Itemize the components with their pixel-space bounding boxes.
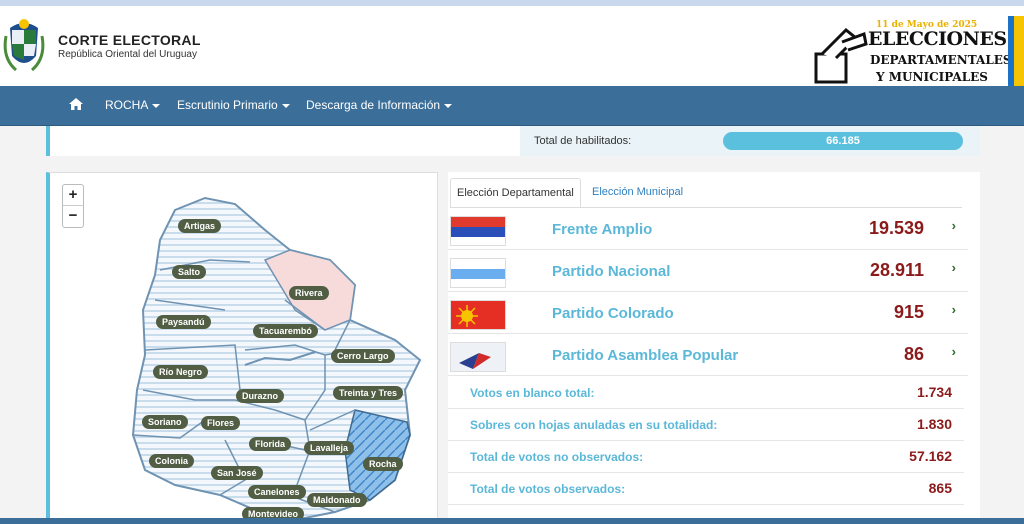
dept-tacuarembo[interactable]: Tacuarembó [253,324,318,338]
bottom-strip [0,518,1024,524]
chevron-down-icon [281,103,290,108]
dept-rio-negro[interactable]: Río Negro [153,365,209,379]
party-name: Partido Colorado [552,305,674,322]
chevron-down-icon [444,103,453,108]
dept-durazno[interactable]: Durazno [236,389,284,403]
dept-rivera[interactable]: Rivera [289,286,329,300]
frente-amplio-flag-icon [450,216,506,246]
dept-flores[interactable]: Flores [201,416,241,430]
banner-line-1: ELECCIONES [868,28,1007,50]
dept-rocha[interactable]: Rocha [363,457,403,471]
chevron-right-icon: › [951,344,956,359]
nav-descarga-label: Descarga de Información [306,98,441,112]
nav-escrutinio-label: Escrutinio Primario [177,98,278,112]
dept-artigas[interactable]: Artigas [178,219,222,233]
site-header: CORTE ELECTORAL República Oriental del U… [0,6,1024,90]
stat-label: Sobres con hojas anuladas en su totalida… [470,418,718,432]
org-title: CORTE ELECTORAL [58,32,201,48]
stat-row: Votos en blanco total: 1.734 [448,378,964,409]
chevron-down-icon [152,103,161,108]
stat-row: Sobres con hojas anuladas en su totalida… [448,410,964,441]
nav-department-label: ROCHA [105,98,149,112]
tab-eleccion-departamental[interactable]: Elección Departamental [450,178,581,208]
nav-descarga-dropdown[interactable]: Descarga de Información [306,98,453,112]
stat-value: 1.830 [916,416,952,432]
election-banner: 11 de Mayo de 2025 ELECCIONES DEPARTAMEN… [808,12,1024,90]
dept-lavalleja[interactable]: Lavalleja [304,441,355,455]
habilitados-label: Total de habilitados: [534,135,632,147]
party-name: Frente Amplio [552,221,653,238]
stat-label: Votos en blanco total: [470,386,595,400]
party-row[interactable]: Partido Colorado 915 › [448,294,968,334]
dept-cerro-largo[interactable]: Cerro Largo [331,349,395,363]
stat-label: Total de votos observados: [470,482,626,496]
stat-label: Total de votos no observados: [470,450,644,464]
nav-escrutinio-dropdown[interactable]: Escrutinio Primario [177,98,290,112]
asamblea-popular-logo-icon [450,342,506,372]
dept-canelones[interactable]: Canelones [248,485,306,499]
tab-divider [450,207,962,208]
party-votes: 28.911 [869,260,924,280]
banner-line-2: DEPARTAMENTALES [870,53,1012,67]
results-panel: Elección Departamental Elección Municipa… [448,172,980,524]
partido-nacional-flag-icon [450,258,506,288]
stat-value: 865 [928,480,952,496]
banner-line-3: Y MUNICIPALES [876,70,988,84]
zoom-in-button[interactable]: + [63,185,83,206]
stat-value: 57.162 [909,448,952,464]
party-name: Partido Nacional [552,263,671,280]
ballot-box-icon [814,27,868,84]
stat-value: 1.734 [916,384,952,400]
org-subtitle: República Oriental del Uruguay [58,49,197,60]
dept-maldonado[interactable]: Maldonado [307,493,367,507]
party-votes: 915 [893,302,924,322]
home-icon[interactable] [68,96,84,112]
dept-soriano[interactable]: Soriano [142,415,188,429]
habilitados-panel: Total de habilitados: 66.185 [46,126,980,156]
party-row[interactable]: Frente Amplio 19.539 › [448,210,968,250]
map-zoom-control: + − [62,184,84,228]
zoom-out-button[interactable]: − [63,206,83,227]
banner-yellow-stripe [1014,16,1024,88]
party-votes: 19.539 [868,218,924,238]
tab-eleccion-municipal[interactable]: Elección Municipal [586,178,689,208]
chevron-right-icon: › [951,218,956,233]
party-row[interactable]: Partido Nacional 28.911 › [448,252,968,292]
habilitados-value: 66.185 [723,132,963,150]
dept-treinta-y-tres[interactable]: Treinta y Tres [333,386,404,400]
nav-department-dropdown[interactable]: ROCHA [105,98,161,112]
partido-colorado-flag-icon [450,300,506,330]
dept-colonia[interactable]: Colonia [149,454,194,468]
dept-salto[interactable]: Salto [172,265,207,279]
chevron-right-icon: › [951,260,956,275]
stat-row: Total de votos no observados: 57.162 [448,442,964,473]
main-navbar: ROCHA Escrutinio Primario Descarga de In… [0,86,1024,126]
party-name: Partido Asamblea Popular [552,347,739,364]
dept-paysandu[interactable]: Paysandú [156,315,211,329]
party-row[interactable]: Partido Asamblea Popular 86 › [448,336,968,376]
chevron-right-icon: › [951,302,956,317]
dept-florida[interactable]: Florida [249,437,292,451]
dept-san-jose[interactable]: San José [211,466,263,480]
stat-row: Total de votos observados: 865 [448,474,964,505]
party-votes: 86 [903,344,924,364]
coat-of-arms-icon [3,19,45,72]
